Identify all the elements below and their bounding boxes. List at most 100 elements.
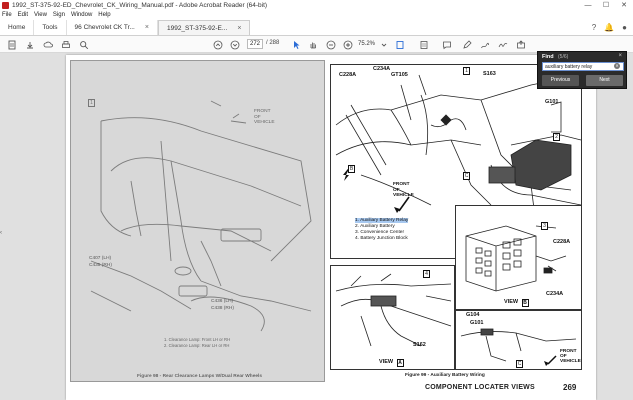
gt105-label: GT105 (391, 72, 408, 78)
g101-view-c-label: G101 (470, 320, 484, 326)
c435-label: C435 (RH) (89, 263, 112, 268)
front-of-vehicle-right: FRONT OF VEHICLE (393, 182, 414, 198)
sign-icon[interactable] (497, 39, 508, 50)
title-bar: 1992_ST-375-92-ED_Chevrolet_CK_Wiring_Ma… (0, 0, 633, 10)
select-cursor-icon[interactable] (290, 39, 301, 50)
figure-99-caption: Figure 99 - Auxiliary Battery Wiring (405, 373, 485, 378)
view-b-ref: B (348, 165, 355, 173)
view-a-drawing (335, 273, 452, 347)
bell-icon[interactable]: 🔔 (604, 23, 614, 32)
upload-icon[interactable] (42, 39, 53, 50)
front-of-vehicle-view-c: FRONT OF VEHICLE (560, 349, 581, 364)
figure-98: 1 FRONT OF VEHICLE C407 (LH) C435 (RH) C… (70, 60, 325, 382)
hand-tool-icon[interactable] (307, 39, 318, 50)
menu-edit[interactable]: Edit (18, 12, 28, 18)
find-next-button[interactable]: Next (586, 75, 623, 86)
page-number-input[interactable]: 272 (247, 39, 263, 49)
window-title: 1992_ST-375-92-ED_Chevrolet_CK_Wiring_Ma… (12, 1, 268, 9)
right-legend-1: 1. Auxiliary Battery Relay (355, 218, 409, 223)
c234a-view-b-label: C234A (546, 291, 564, 297)
view-a-inset: 4 S162 VIEW A (330, 265, 455, 370)
menu-view[interactable]: View (34, 12, 47, 18)
callout-1-right: 1 (463, 67, 470, 75)
zoom-dropdown-icon[interactable] (378, 39, 389, 50)
left-legend-1: 1. Clearance Lamp: Front LH or RH (164, 337, 231, 342)
find-close-icon[interactable]: × (618, 53, 622, 59)
page-up-icon[interactable] (212, 39, 223, 50)
maximize-button[interactable]: ☐ (597, 1, 615, 9)
page-folio: 269 (563, 383, 577, 392)
view-a-word: VIEW (379, 359, 394, 365)
view-b-letter: B (521, 299, 529, 307)
callout-2: 2 (553, 133, 560, 141)
c234a-label: C234A (373, 66, 391, 72)
menu-bar: File Edit View Sign Window Help (0, 10, 633, 20)
view-b-inset: 3 C228A C234A VIEW B (455, 205, 582, 310)
g101-label: G101 (545, 99, 559, 105)
search-icon[interactable] (78, 39, 89, 50)
g104-label: G104 (466, 312, 480, 318)
view-c-ref: C (463, 172, 470, 180)
menu-help[interactable]: Help (98, 12, 110, 18)
right-legend-1-text: 1. Auxiliary Battery Relay (355, 218, 409, 223)
view-c-letter: C (516, 360, 523, 368)
right-legend-4: 4. Battery Junction Block (355, 236, 408, 241)
find-previous-button[interactable]: Previous (542, 75, 579, 86)
c436-label: C436 (LH) (211, 299, 234, 304)
tab-doc-2-label: 1992_ST-375-92-E... (166, 24, 228, 32)
tab-doc-1-close-icon[interactable]: × (145, 24, 149, 31)
view-b-word: VIEW (504, 299, 519, 305)
view-c-inset: G104 G101 FRONT OF VEHICLE C (455, 310, 582, 370)
figure-98-caption: Figure 98 - Rear Clearance Lamps W/Dual … (137, 374, 263, 379)
c228a-label: C228A (339, 72, 357, 78)
right-legend-3: 3. Convenience Center (355, 230, 405, 235)
scroll-mode-icon[interactable] (418, 39, 429, 50)
zoom-in-icon[interactable] (342, 39, 353, 50)
menu-window[interactable]: Window (71, 12, 92, 18)
find-input[interactable]: auxiliary battery relay (542, 62, 624, 71)
draw-icon[interactable] (479, 39, 490, 50)
callout-4: 4 (423, 270, 430, 278)
close-window-button[interactable]: ✕ (615, 1, 633, 9)
tab-doc-1-label: 96 Chevrolet CK Tr... (74, 24, 135, 31)
fit-page-icon[interactable] (394, 39, 405, 50)
right-legend-2: 2. Auxiliary Battery (355, 224, 395, 229)
print-icon[interactable] (60, 39, 71, 50)
s162-label: S162 (413, 342, 426, 348)
page-total: / 288 (266, 40, 280, 46)
tab-doc-1[interactable]: 96 Chevrolet CK Tr... × (67, 20, 158, 35)
tab-bar: Home Tools 96 Chevrolet CK Tr... × 1992_… (0, 20, 633, 36)
section-title: COMPONENT LOCATER VIEWS (425, 384, 535, 391)
menu-sign[interactable]: Sign (53, 12, 65, 18)
menu-file[interactable]: File (2, 12, 12, 18)
tab-tools[interactable]: Tools (34, 20, 67, 35)
c407-label: C407 (LH) (89, 256, 112, 261)
front-of-vehicle-left: FRONT OF VEHICLE (254, 109, 275, 125)
acrobat-icon (2, 1, 9, 9)
callout-1-left: 1 (88, 99, 95, 107)
tab-home[interactable]: Home (0, 20, 35, 35)
callout-3: 3 (541, 222, 548, 230)
tab-doc-2-close-icon[interactable]: × (237, 25, 241, 32)
page-down-icon[interactable] (229, 39, 240, 50)
zoom-out-icon[interactable] (325, 39, 336, 50)
clear-search-icon[interactable]: ✕ (614, 63, 620, 69)
view-a-letter: A (396, 359, 404, 367)
help-icon[interactable]: ? (592, 23, 596, 32)
s163-label: S163 (483, 71, 496, 77)
tab-doc-2[interactable]: 1992_ST-375-92-E... × (157, 20, 251, 35)
find-count: (5/6) (558, 54, 569, 60)
create-pdf-icon[interactable] (6, 39, 17, 50)
account-icon[interactable]: ● (622, 23, 627, 32)
highlight-pen-icon[interactable] (461, 39, 472, 50)
side-panel-toggle-icon[interactable]: ‹ (0, 230, 5, 238)
figure-98-drawing (90, 100, 312, 332)
share-icon[interactable] (515, 39, 526, 50)
left-legend-2: 2. Clearance Lamp: Rear LH or RH (164, 343, 230, 348)
minimize-button[interactable]: — (579, 2, 597, 9)
save-icon[interactable] (24, 39, 35, 50)
comment-icon[interactable] (441, 39, 452, 50)
find-panel: Find (5/6) × auxiliary battery relay ✕ P… (537, 51, 627, 89)
view-b-drawing (465, 225, 567, 292)
view-b-title: VIEW B (504, 298, 529, 307)
